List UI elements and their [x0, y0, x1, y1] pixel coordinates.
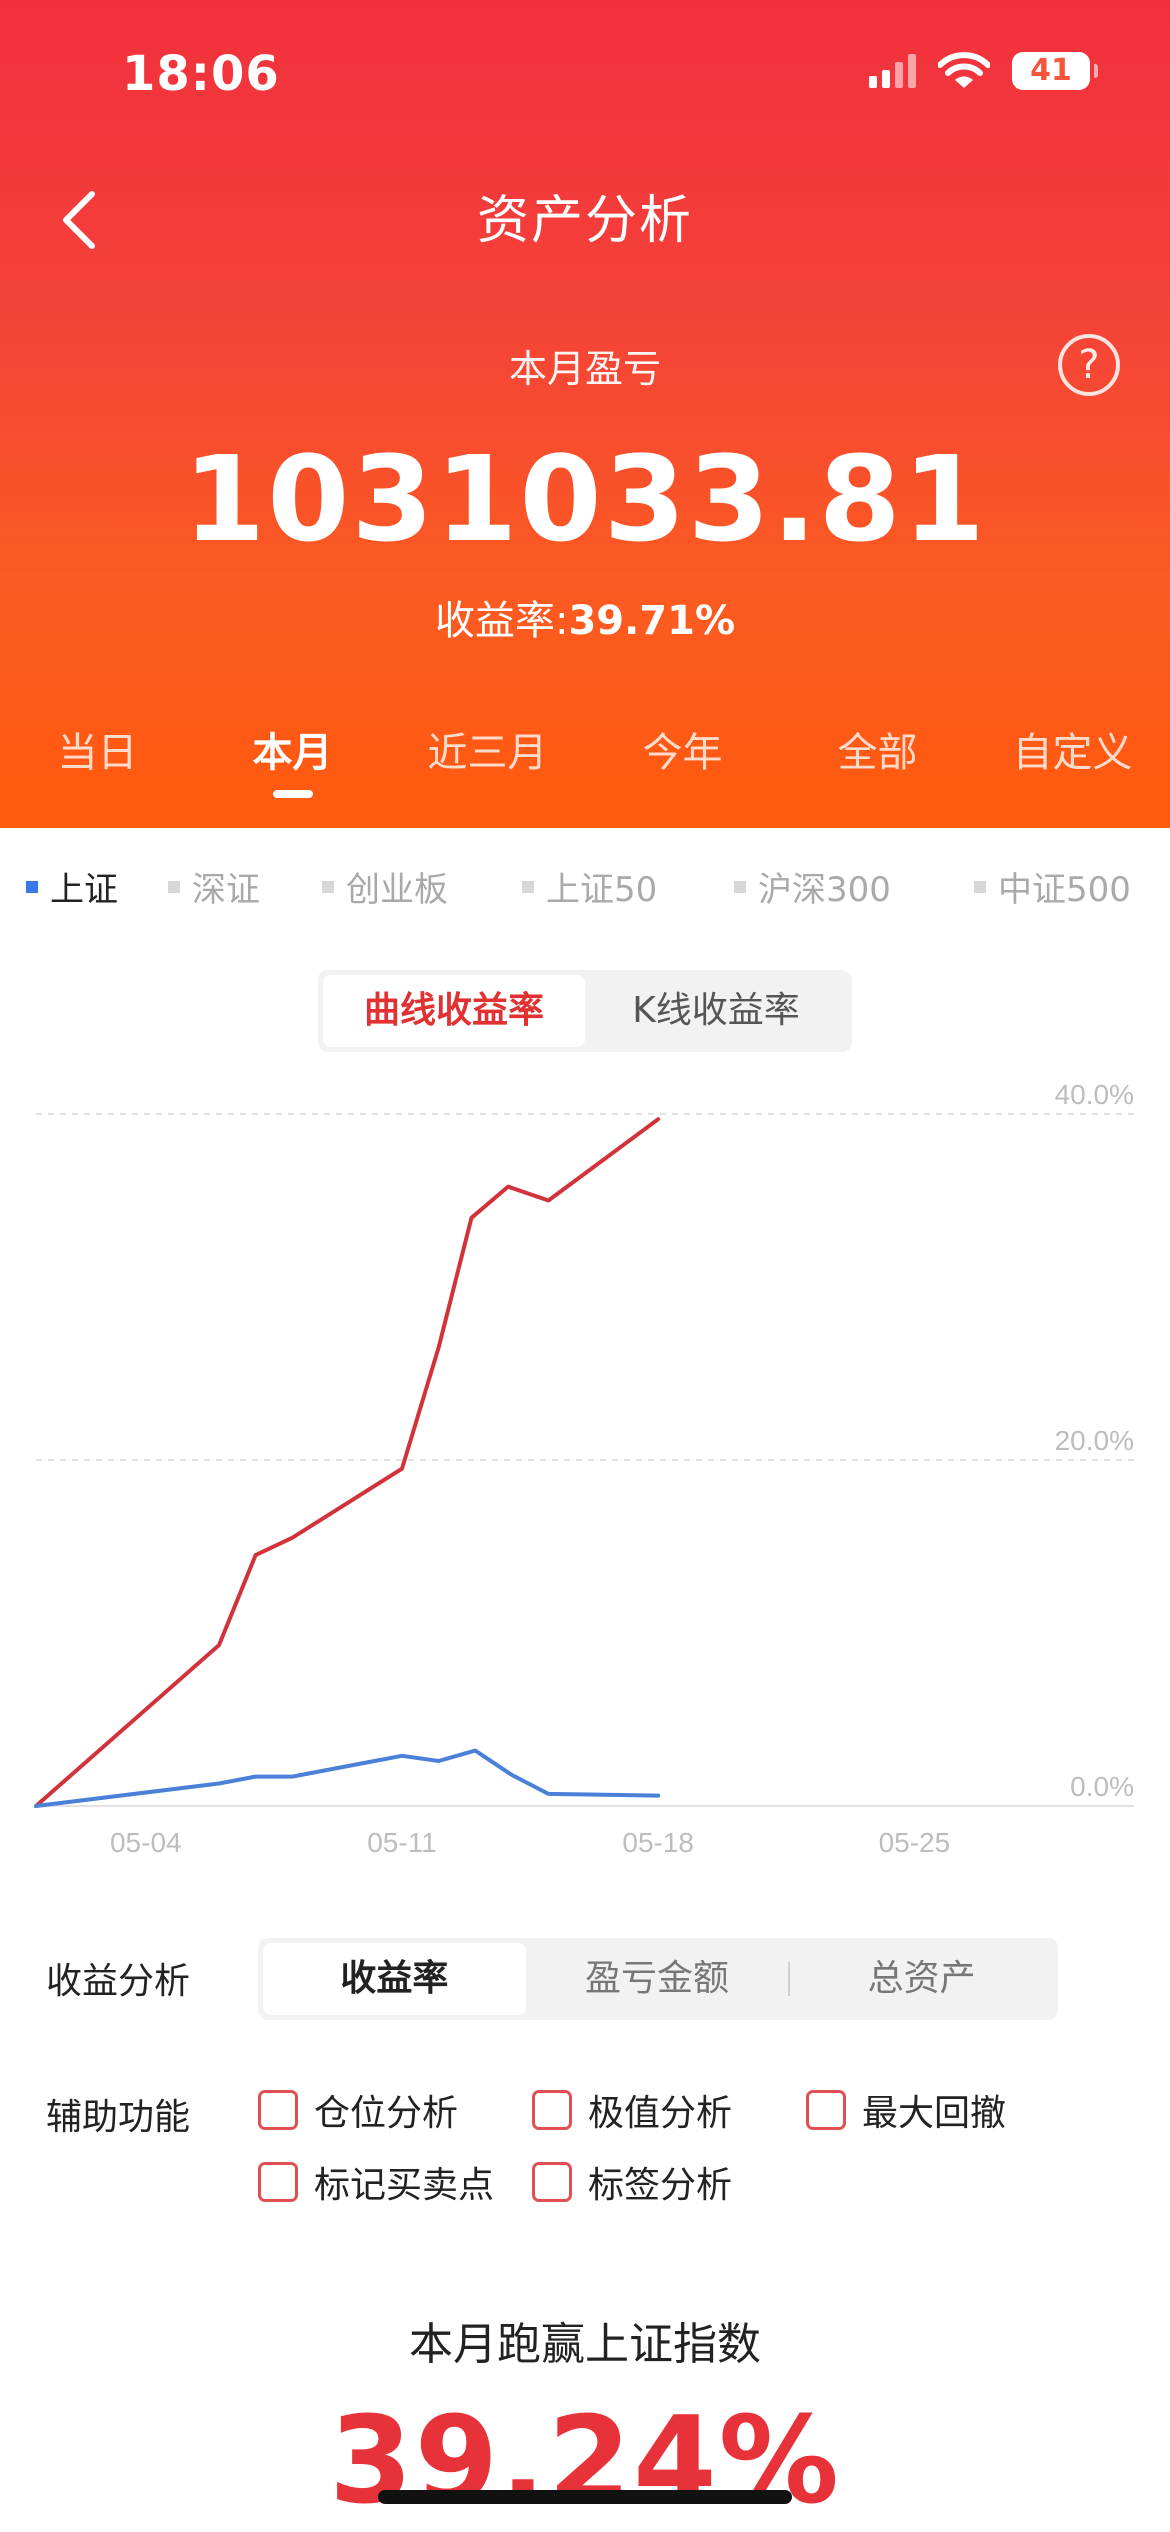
index-csi300[interactable]: 沪深300 — [734, 862, 891, 911]
checkbox-tag-analysis[interactable]: 标签分析 — [532, 2156, 732, 2208]
header-panel: 18:06 41 资产分析 本月盈亏 ? 1031033.81 收益率:39.7… — [0, 0, 1170, 828]
legend-square-icon — [974, 880, 986, 893]
tab-all[interactable]: 全部 — [780, 720, 975, 810]
index-label: 中证500 — [998, 870, 1131, 910]
tab-three-months[interactable]: 近三月 — [390, 720, 585, 810]
tab-this-year[interactable]: 今年 — [585, 720, 780, 810]
x-tick-label: 05-04 — [110, 1827, 182, 1858]
analysis-label: 收益分析 — [46, 1961, 191, 2002]
month-pnl-value: 1031033.81 — [183, 430, 987, 568]
y-tick-label: 40.0% — [1055, 1079, 1134, 1110]
checkbox-max-drawdown[interactable]: 最大回撤 — [806, 2084, 1006, 2136]
battery-icon: 41 — [1012, 52, 1098, 90]
tab-pnl-amount[interactable]: 盈亏金额 — [526, 1943, 789, 2015]
x-tick-label: 05-11 — [367, 1827, 437, 1858]
checkbox-icon[interactable] — [258, 2090, 298, 2130]
return-rate: 收益率:39.71% — [0, 588, 1170, 646]
checkbox-extreme-analysis[interactable]: 极值分析 — [532, 2084, 732, 2136]
period-tabs: 当日 本月 近三月 今年 全部 自定义 — [0, 720, 1170, 810]
aux-label: 辅助功能 — [46, 2097, 191, 2138]
checkbox-icon[interactable] — [532, 2162, 572, 2202]
index-sse50[interactable]: 上证50 — [522, 862, 657, 911]
index-label: 沪深300 — [758, 870, 891, 910]
index-label: 上证50 — [546, 870, 658, 910]
legend-square-icon — [26, 880, 38, 893]
checkbox-position-analysis[interactable]: 仓位分析 — [258, 2084, 458, 2136]
toggle-kline-return[interactable]: K线收益率 — [585, 975, 847, 1047]
checkbox-label: 标记买卖点 — [314, 2165, 495, 2206]
wifi-icon — [938, 52, 990, 88]
legend-square-icon — [522, 880, 534, 893]
chart-mode-toggle: 曲线收益率 K线收益率 — [318, 970, 852, 1052]
analysis-tabs: 收益率 盈亏金额 总资产 — [258, 1938, 1058, 2020]
tab-custom[interactable]: 自定义 — [975, 720, 1170, 810]
checkbox-label: 最大回撤 — [862, 2093, 1007, 2134]
legend-square-icon — [168, 880, 180, 893]
y-tick-label: 0.0% — [1070, 1771, 1134, 1802]
index-selector: 上证 深证 创业板 上证50 沪深300 中证500 — [0, 862, 1170, 912]
checkbox-label: 标签分析 — [588, 2165, 733, 2206]
checkbox-label: 仓位分析 — [314, 2093, 459, 2134]
cellular-signal-icon — [869, 54, 916, 88]
x-tick-label: 05-18 — [622, 1827, 694, 1858]
index-shanghai[interactable]: 上证 — [26, 862, 118, 911]
checkbox-mark-trades[interactable]: 标记买卖点 — [258, 2156, 494, 2208]
status-icons: 41 — [869, 52, 1098, 90]
tab-this-month[interactable]: 本月 — [195, 720, 390, 810]
checkbox-icon[interactable] — [258, 2162, 298, 2202]
index-label: 创业板 — [346, 870, 448, 910]
toggle-curve-return[interactable]: 曲线收益率 — [323, 975, 585, 1047]
beat-index-title: 本月跑赢上证指数 — [409, 2319, 761, 2370]
index-csi500[interactable]: 中证500 — [974, 862, 1131, 911]
portfolio-return-line — [34, 1117, 661, 1808]
index-label: 上证 — [50, 870, 118, 910]
checkbox-icon[interactable] — [806, 2090, 846, 2130]
legend-square-icon — [322, 880, 334, 893]
return-rate-label: 收益率: — [434, 598, 569, 644]
tab-today[interactable]: 当日 — [0, 720, 195, 810]
status-time: 18:06 — [122, 46, 280, 102]
y-tick-label: 20.0% — [1055, 1425, 1134, 1456]
index-chinext[interactable]: 创业板 — [322, 862, 448, 911]
return-rate-value: 39.71% — [568, 598, 736, 644]
tab-return-rate[interactable]: 收益率 — [263, 1943, 526, 2015]
help-icon[interactable]: ? — [1058, 334, 1120, 396]
checkbox-icon[interactable] — [532, 2090, 572, 2130]
home-indicator[interactable] — [378, 2490, 792, 2504]
index-shenzhen[interactable]: 深证 — [168, 862, 260, 911]
index-label: 深证 — [192, 870, 260, 910]
tab-total-assets[interactable]: 总资产 — [790, 1943, 1053, 2015]
beat-index-value: 39.24% — [329, 2392, 841, 2531]
return-chart: 0.0% 20.0% 40.0% 05-04 05-11 05-18 05-25 — [34, 1079, 1134, 1858]
page-title: 资产分析 — [476, 191, 693, 251]
checkbox-label: 极值分析 — [588, 2093, 733, 2134]
legend-square-icon — [734, 880, 746, 893]
month-pnl-label: 本月盈亏 — [508, 347, 661, 391]
index-return-line — [34, 1748, 661, 1808]
x-tick-label: 05-25 — [879, 1827, 951, 1858]
